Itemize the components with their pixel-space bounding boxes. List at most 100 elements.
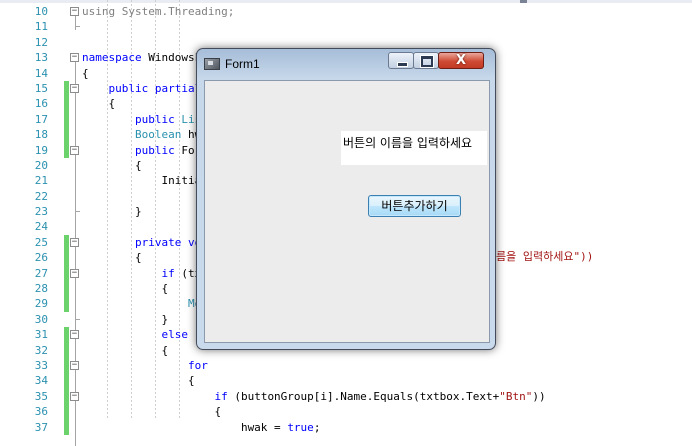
code-token: Initial (82, 174, 208, 188)
line-number: 28 (34, 282, 48, 296)
minimize-button[interactable] (388, 52, 414, 69)
code-line: for (82, 358, 692, 373)
code-token: { (82, 251, 142, 265)
code-line: if (buttonGroup[i].Name.Equals(txtbox.Te… (82, 389, 692, 404)
line-number: 22 (34, 189, 48, 203)
line-number: 36 (34, 405, 48, 419)
code-token: } (82, 312, 169, 326)
code-token: if (214, 389, 228, 403)
close-button[interactable]: X (438, 52, 484, 69)
code-token: "Btn" (499, 389, 533, 403)
line-number: 34 (34, 374, 48, 388)
line-number: 12 (34, 35, 48, 49)
changed-lines-marker (64, 281, 69, 312)
code-token: else (161, 328, 188, 342)
form1-window[interactable]: Form1 X 버튼의 이름을 입력하세요 버튼추가하기 (196, 48, 496, 350)
collapse-namespace-icon[interactable]: − (70, 53, 79, 63)
add-button[interactable]: 버튼추가하기 (368, 195, 461, 217)
line-number: 20 (34, 158, 48, 172)
outline-guide (75, 15, 76, 31)
line-number: 26 (34, 251, 48, 265)
changed-lines-marker (64, 373, 69, 436)
line-number-gutter: 10 11 12 13 14 15 16 17 18 19 20 21 22 23 24 25 26 27 28 29… (0, 4, 54, 435)
outline-end (75, 211, 80, 213)
line-number: 29 (34, 297, 48, 311)
changed-lines-marker (64, 111, 69, 158)
line-number: 27 (34, 266, 48, 280)
code-token: { (82, 374, 195, 388)
collapse-class-icon[interactable]: − (70, 84, 79, 93)
code-line: using System.Threading; (82, 4, 692, 19)
line-number: 19 (34, 143, 48, 157)
code-token: { (82, 97, 116, 111)
code-token: (buttonGroup[i].Name.Equals(txtbox.Text+ (227, 389, 500, 403)
title-bar[interactable]: Form1 X (197, 49, 495, 77)
outline-end (75, 26, 80, 28)
line-number: 23 (34, 205, 48, 219)
line-number: 11 (34, 20, 48, 34)
window-title: Form1 (225, 57, 260, 71)
line-number: 15 (34, 81, 48, 95)
close-icon: X (455, 53, 467, 68)
code-line: { (82, 404, 692, 419)
code-token: { (82, 405, 222, 419)
code-line: { (82, 373, 692, 388)
code-token: { (82, 282, 169, 296)
code-token: partial (154, 81, 202, 95)
collapse-usings-icon[interactable]: − (70, 7, 79, 16)
code-token: { (82, 66, 89, 80)
outline-end (75, 319, 80, 320)
maximize-button[interactable] (413, 52, 439, 69)
change-tracking-bar (64, 0, 69, 436)
line-number: 32 (34, 343, 48, 357)
outlining-margin[interactable]: − − − − − − − − − (70, 0, 82, 446)
collapse-if-icon[interactable]: − (70, 268, 79, 278)
editor-top-strip (0, 0, 692, 3)
line-number: 35 (34, 389, 48, 403)
line-number: 14 (34, 66, 48, 80)
code-token: true (287, 420, 314, 434)
line-number: 10 (34, 5, 48, 18)
line-number: 17 (34, 112, 48, 126)
code-token: private (134, 235, 182, 249)
form-app-icon (204, 58, 220, 70)
code-fragment-right: 름을 입력하세요")) (496, 250, 594, 263)
button-name-textbox[interactable]: 버튼의 이름을 입력하세요 (341, 131, 487, 165)
changed-lines-marker (64, 327, 69, 374)
collapse-for-icon[interactable]: − (70, 361, 79, 371)
code-token: Boolean (134, 128, 182, 142)
collapse-method-icon[interactable]: − (70, 238, 79, 247)
collapse-else-icon[interactable]: − (70, 330, 79, 340)
line-number: 16 (34, 97, 48, 111)
form-client-area: 버튼의 이름을 입력하세요 버튼추가하기 (204, 80, 490, 343)
code-token: public (134, 112, 175, 126)
code-token: hwak = (82, 420, 288, 434)
line-number: 30 (34, 312, 48, 326)
code-token: } (82, 205, 142, 219)
collapse-constructor-icon[interactable]: − (70, 145, 79, 155)
code-token: public (108, 81, 149, 95)
collapse-inner-if-icon[interactable]: − (70, 392, 79, 401)
code-line: hwak = true; (82, 420, 692, 435)
line-number: 31 (34, 328, 48, 342)
code-token: { (82, 158, 142, 172)
changed-lines-marker (64, 81, 69, 112)
line-number: 21 (34, 174, 48, 188)
scroll-marker (520, 0, 527, 3)
code-token: { (82, 343, 169, 357)
code-token: public (134, 143, 175, 157)
minimize-icon (397, 62, 408, 67)
outline-guide (75, 61, 76, 446)
